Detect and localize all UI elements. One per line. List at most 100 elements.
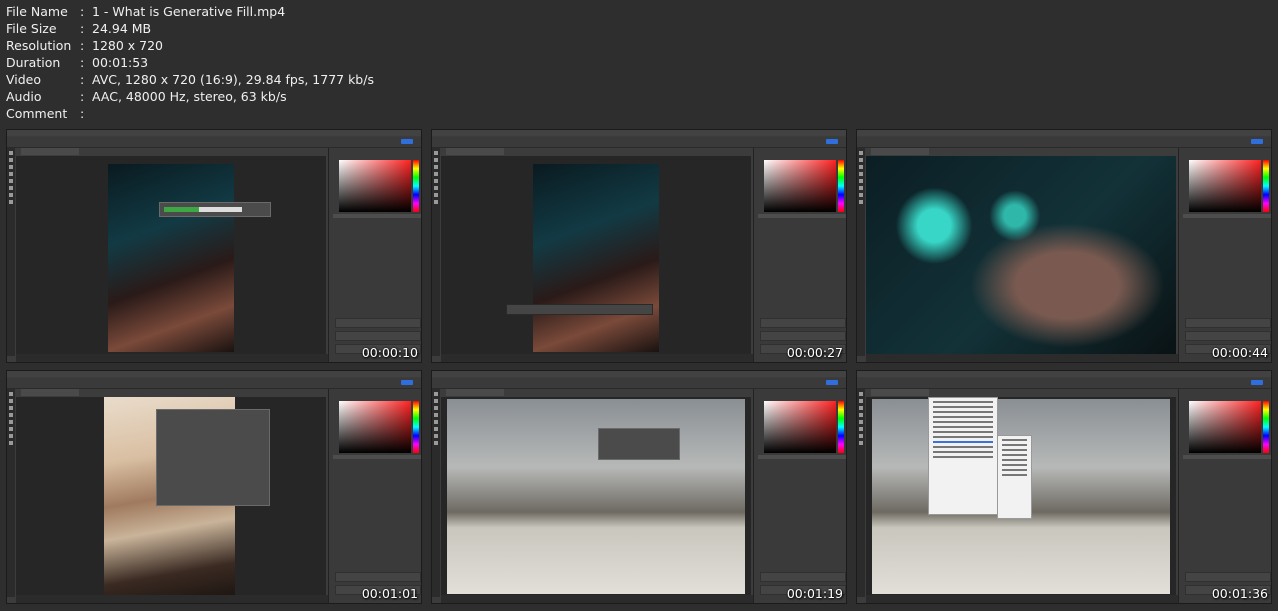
tool-icon (434, 399, 438, 403)
right-panels (1178, 389, 1271, 603)
tool-icon (9, 392, 13, 396)
tool-icon (434, 193, 438, 197)
layer-row (335, 318, 421, 328)
layer-row (760, 572, 846, 582)
menu-bar (857, 130, 1271, 136)
share-button (1251, 380, 1263, 385)
color-picker (764, 160, 836, 212)
status-bar (441, 595, 753, 603)
video-thumbnail-4[interactable]: 00:01:01 (6, 370, 422, 604)
blur-submenu (997, 435, 1032, 519)
document-tab (21, 389, 79, 396)
share-button (826, 380, 838, 385)
tool-icon (9, 165, 13, 169)
layer-row (335, 331, 421, 341)
properties-header (333, 455, 421, 459)
tool-icon (859, 427, 863, 431)
canvas-area (441, 156, 751, 355)
menu-item (933, 451, 993, 453)
file-info: File Name:1 - What is Generative Fill.mp… (6, 3, 374, 122)
info-value: 1 - What is Generative Fill.mp4 (92, 4, 286, 19)
tool-icon (859, 172, 863, 176)
tool-icon (9, 200, 13, 204)
tools-panel (857, 148, 865, 356)
file-name-row: File Name:1 - What is Generative Fill.mp… (6, 3, 374, 20)
tools-panel (857, 389, 865, 597)
options-bar (7, 378, 421, 389)
menu-bar (432, 371, 846, 377)
video-thumbnail-2[interactable]: 00:00:27 (431, 129, 847, 363)
info-key: Comment (6, 106, 68, 121)
menu-item (1002, 469, 1027, 471)
info-value: 00:01:53 (92, 55, 149, 70)
video-thumbnail-5[interactable]: 00:01:19 (431, 370, 847, 604)
tool-icon (859, 420, 863, 424)
file-size-row: File Size:24.94 MB (6, 20, 374, 37)
right-panels (328, 148, 421, 362)
tool-icon (9, 406, 13, 410)
canvas-area (866, 397, 1176, 596)
status-bar (866, 354, 1178, 362)
tool-icon (9, 441, 13, 445)
street-ballerina-image (447, 399, 745, 594)
tool-icon (9, 158, 13, 162)
tool-icon (434, 406, 438, 410)
tools-panel (7, 389, 15, 597)
info-separator: : (80, 4, 85, 19)
thumbnail-timestamp: 00:00:10 (361, 345, 418, 360)
thumbnail-timestamp: 00:01:19 (786, 586, 843, 601)
audio-row: Audio: AAC, 48000 Hz, stereo, 63 kb/s (6, 88, 374, 105)
menu-item (1002, 439, 1027, 441)
share-button (1251, 139, 1263, 144)
tool-icon (9, 151, 13, 155)
tool-icon (434, 413, 438, 417)
hue-slider (413, 401, 419, 453)
tool-icon (434, 151, 438, 155)
tool-icon (434, 392, 438, 396)
tool-icon (859, 151, 863, 155)
video-thumbnail-1[interactable]: 00:00:10 (6, 129, 422, 363)
tool-icon (859, 158, 863, 162)
right-panels (753, 148, 846, 362)
properties-header (758, 214, 846, 218)
video-thumbnail-6[interactable]: 00:01:36 (856, 370, 1272, 604)
right-panels (328, 389, 421, 603)
menu-item-highlighted (933, 441, 993, 443)
status-bar (441, 354, 753, 362)
tool-icon (9, 179, 13, 183)
tool-icon (434, 420, 438, 424)
tool-icon (9, 434, 13, 438)
layer-row (760, 331, 846, 341)
menu-item (1002, 459, 1027, 461)
menu-item (1002, 444, 1027, 446)
menu-item (1002, 464, 1027, 466)
tool-icon (859, 434, 863, 438)
tool-icon (9, 172, 13, 176)
video-row: Video: AVC, 1280 x 720 (16:9), 29.84 fps,… (6, 71, 374, 88)
share-button (401, 380, 413, 385)
hue-slider (1263, 401, 1269, 453)
tool-icon (859, 186, 863, 190)
filter-menu (928, 397, 998, 515)
info-value: 1280 x 720 (92, 38, 164, 53)
document-tab (871, 148, 929, 155)
info-separator: : (80, 38, 85, 53)
info-value: AVC, 1280 x 720 (16:9), 29.84 fps, 1777 … (92, 72, 374, 87)
duration-row: Duration:00:01:53 (6, 54, 374, 71)
menu-item (933, 431, 993, 433)
menu-item (933, 426, 993, 428)
options-bar (432, 378, 846, 389)
canvas-size-dialog (156, 409, 270, 506)
status-bar (16, 595, 328, 603)
video-thumbnail-3[interactable]: 00:00:44 (856, 129, 1272, 363)
color-picker (1189, 160, 1261, 212)
document-tab (21, 148, 79, 155)
layer-row (1185, 331, 1271, 341)
layer-row (760, 318, 846, 328)
canvas-area (441, 397, 751, 596)
layer-row (1185, 572, 1271, 582)
tool-icon (859, 392, 863, 396)
comment-row: Comment: (6, 105, 374, 122)
tool-icon (434, 441, 438, 445)
thumbnail-timestamp: 00:01:01 (361, 586, 418, 601)
